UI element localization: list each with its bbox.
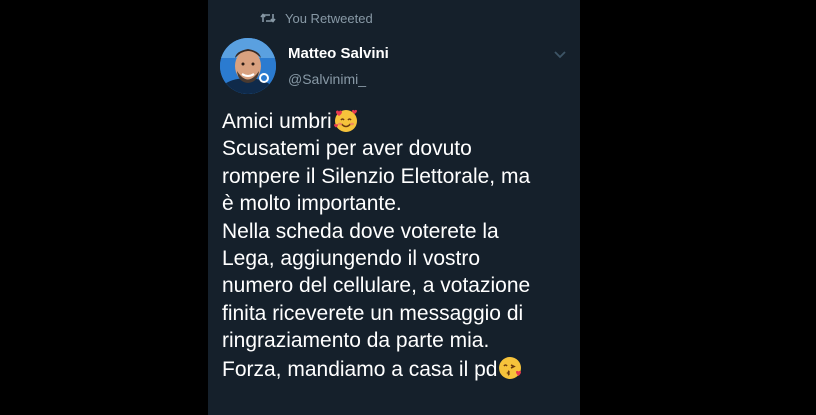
face-blowing-kiss-emoji xyxy=(498,355,524,381)
smiling-face-with-hearts-emoji xyxy=(333,107,359,133)
author-handle[interactable]: @Salvinimi_ xyxy=(288,71,366,87)
tweet-line: Amici umbri xyxy=(222,107,572,135)
tweet-text: Amici umbri Scusatemi per aver dovuto ro… xyxy=(222,107,572,383)
tweet-line: Scusatemi per aver dovuto xyxy=(222,137,472,161)
tweet-line: ringraziamento da parte mia. xyxy=(222,329,490,353)
retweet-icon xyxy=(260,11,276,25)
retweet-context: You Retweeted xyxy=(260,9,373,27)
tweet-line: Lega, aggiungendo il vostro xyxy=(222,247,481,271)
tweet-card[interactable]: You Retweeted Matteo Salvini @Salvinimi_… xyxy=(208,0,580,415)
tweet-line: numero del cellulare, a votazione xyxy=(222,274,531,298)
chevron-down-icon[interactable] xyxy=(553,46,567,59)
tweet-line: è molto importante. xyxy=(222,192,402,216)
tweet-actions xyxy=(218,407,578,415)
retweet-label: You Retweeted xyxy=(285,10,373,26)
tweet-line: Nella scheda dove voterete la xyxy=(222,219,499,243)
avatar[interactable] xyxy=(220,38,276,94)
author-name[interactable]: Matteo Salvini xyxy=(288,45,389,62)
tweet-line: Forza, mandiamo a casa il pd xyxy=(222,355,572,383)
tweet-line: rompere il Silenzio Elettorale, ma xyxy=(222,164,531,188)
tweet-line: finita riceverete un messaggio di xyxy=(222,301,524,325)
